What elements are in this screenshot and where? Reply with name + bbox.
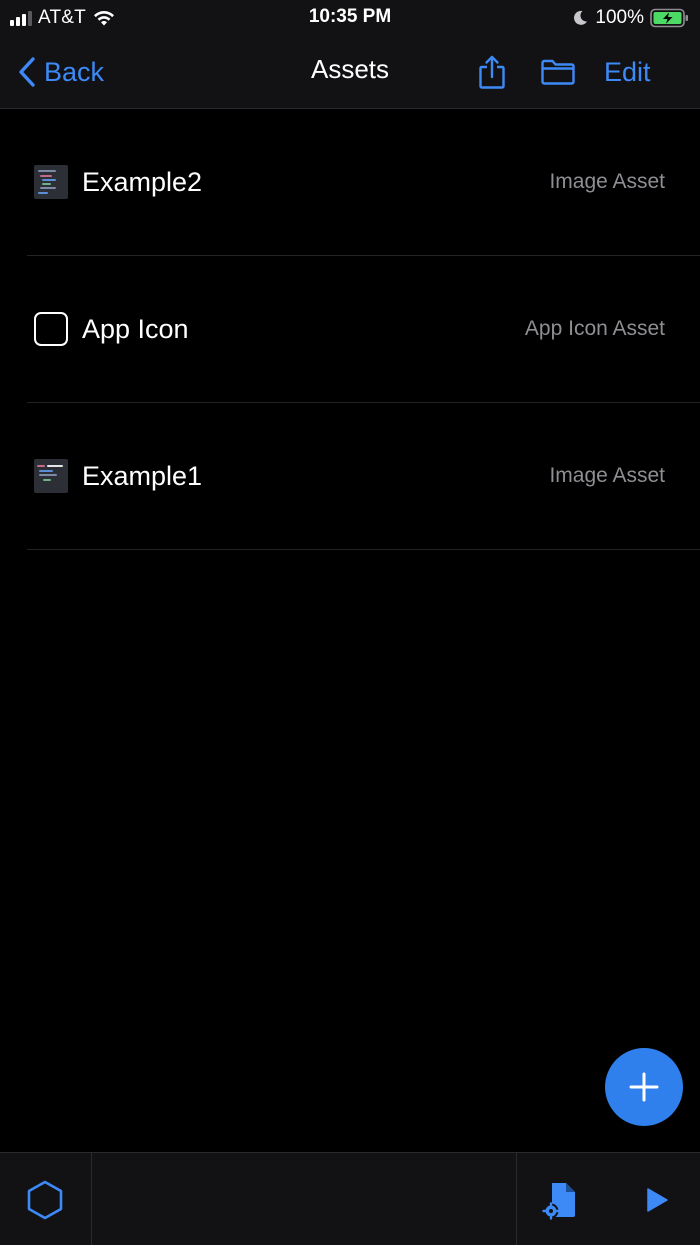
plus-icon bbox=[629, 1072, 659, 1102]
play-icon bbox=[647, 1188, 668, 1212]
asset-type: App Icon Asset bbox=[524, 317, 665, 340]
asset-name: App Icon bbox=[82, 314, 189, 344]
share-button[interactable] bbox=[474, 52, 510, 92]
add-asset-button[interactable] bbox=[605, 1048, 683, 1126]
asset-type: Image Asset bbox=[549, 170, 665, 193]
chevron-left-icon bbox=[19, 57, 35, 87]
folder-icon bbox=[541, 59, 575, 85]
project-button[interactable] bbox=[24, 1179, 66, 1221]
battery-percentage: 100% bbox=[595, 7, 644, 28]
asset-type: Image Asset bbox=[549, 464, 665, 487]
document-gear-icon bbox=[542, 1183, 575, 1220]
hexagon-icon bbox=[27, 1180, 63, 1220]
image-thumbnail-icon bbox=[34, 459, 68, 493]
share-icon bbox=[479, 55, 505, 89]
asset-name: Example1 bbox=[82, 461, 203, 491]
bottom-toolbar bbox=[0, 1152, 700, 1245]
back-label: Back bbox=[44, 56, 105, 87]
status-right: 100% bbox=[571, 6, 690, 30]
carrier-label: AT&T bbox=[38, 7, 86, 28]
wifi-icon bbox=[93, 10, 114, 26]
moon-icon bbox=[574, 10, 588, 25]
edit-button[interactable]: Edit bbox=[604, 54, 651, 90]
page-title: Assets bbox=[310, 54, 390, 84]
asset-name: Example2 bbox=[82, 167, 203, 197]
app-icon-outline-icon bbox=[34, 312, 68, 346]
asset-row-example1[interactable]: Example1 Image Asset bbox=[27, 403, 700, 550]
battery-charging-icon bbox=[650, 8, 688, 28]
asset-row-app-icon[interactable]: App Icon App Icon Asset bbox=[27, 256, 700, 403]
asset-row-example2[interactable]: Example2 Image Asset bbox=[27, 109, 700, 256]
image-thumbnail-icon bbox=[34, 165, 68, 199]
run-button[interactable] bbox=[640, 1181, 674, 1219]
cellular-signal-icon bbox=[10, 10, 32, 26]
asset-list: Example2 Image Asset App Icon App Icon A… bbox=[0, 109, 700, 550]
status-left: AT&T bbox=[10, 6, 116, 30]
toolbar-divider bbox=[516, 1153, 517, 1245]
folder-button[interactable] bbox=[538, 54, 578, 90]
status-bar: AT&T 10:35 PM 100% bbox=[0, 0, 700, 36]
toolbar-divider bbox=[91, 1153, 92, 1245]
back-button[interactable]: Back bbox=[18, 52, 104, 92]
navigation-bar: Back Assets Edit bbox=[0, 36, 700, 109]
build-settings-button[interactable] bbox=[540, 1179, 580, 1221]
